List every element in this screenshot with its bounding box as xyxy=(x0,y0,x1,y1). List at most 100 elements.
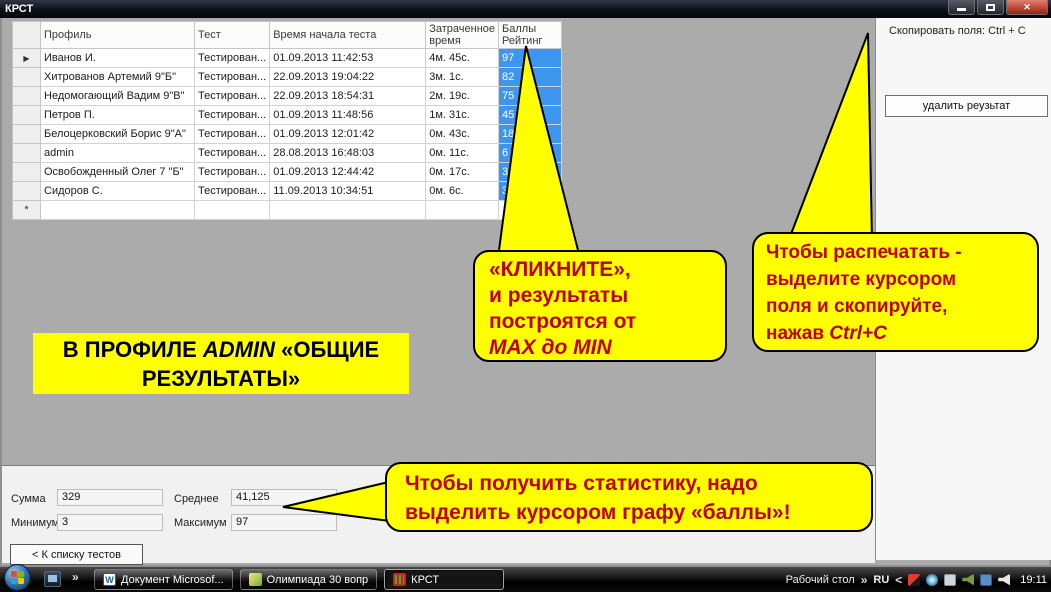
score-cell[interactable]: 3 xyxy=(499,182,562,201)
table-row[interactable]: adminТестирован...28.08.2013 16:48:030м.… xyxy=(13,144,562,163)
test-cell[interactable]: Тестирован... xyxy=(195,182,270,201)
start-button[interactable] xyxy=(4,564,31,591)
start-time-cell[interactable]: 22.09.2013 19:04:22 xyxy=(270,68,426,87)
desktop-toolbar-label[interactable]: Рабочий стол xyxy=(786,574,855,586)
sum-field[interactable]: 329 xyxy=(57,489,163,506)
start-time-cell[interactable]: 28.08.2013 16:48:03 xyxy=(270,144,426,163)
profile-cell[interactable]: admin xyxy=(41,144,195,163)
score-cell[interactable]: 97 xyxy=(499,49,562,68)
quick-launch-icon[interactable] xyxy=(44,571,61,587)
row-marker-cell[interactable] xyxy=(13,68,41,87)
profile-cell[interactable]: Сидоров С. xyxy=(41,182,195,201)
avg-field[interactable]: 41,125 xyxy=(231,489,337,506)
score-cell[interactable]: 6 xyxy=(499,144,562,163)
row-marker-cell[interactable] xyxy=(13,125,41,144)
column-header-start-time[interactable]: Время начала теста xyxy=(270,22,426,49)
minimize-button[interactable] xyxy=(948,0,975,15)
close-button[interactable]: ✕ xyxy=(1006,0,1048,15)
elapsed-cell[interactable]: 0м. 11с. xyxy=(426,144,499,163)
score-cell[interactable]: 45 xyxy=(499,106,562,125)
test-cell[interactable]: Тестирован... xyxy=(195,87,270,106)
elapsed-cell[interactable]: 0м. 17с. xyxy=(426,163,499,182)
delete-result-button[interactable]: удалить реузьтат xyxy=(885,95,1048,117)
row-marker-cell[interactable] xyxy=(13,182,41,201)
profile-cell[interactable]: Освобожденный Олег 7 "Б" xyxy=(41,163,195,182)
results-table[interactable]: Профиль Тест Время начала теста Затрачен… xyxy=(12,21,562,220)
table-row[interactable]: Сидоров С.Тестирован...11.09.2013 10:34:… xyxy=(13,182,562,201)
score-cell[interactable]: 18 xyxy=(499,125,562,144)
start-time-cell[interactable]: 22.09.2013 18:54:31 xyxy=(270,87,426,106)
start-time-cell[interactable]: 01.09.2013 12:44:42 xyxy=(270,163,426,182)
score-cell[interactable]: 75 xyxy=(499,87,562,106)
min-field[interactable]: 3 xyxy=(57,514,163,531)
column-header-elapsed[interactable]: Затраченное время xyxy=(426,22,499,49)
tray-expand-arrow[interactable]: < xyxy=(895,573,902,587)
table-row[interactable]: * xyxy=(13,201,562,220)
elapsed-cell[interactable]: 4м. 45с. xyxy=(426,49,499,68)
test-cell[interactable]: Тестирован... xyxy=(195,125,270,144)
row-marker-cell[interactable] xyxy=(13,144,41,163)
taskbar: » WДокумент Microsof... Олимпиада 30 вопр… xyxy=(0,567,1051,592)
test-cell[interactable]: Тестирован... xyxy=(195,106,270,125)
table-row[interactable]: Хитрованов Артемий 9"Б"Тестирован...22.0… xyxy=(13,68,562,87)
start-time-cell[interactable]: 01.09.2013 12:01:42 xyxy=(270,125,426,144)
row-marker-cell[interactable] xyxy=(13,163,41,182)
row-marker-cell[interactable] xyxy=(13,87,41,106)
max-field[interactable]: 97 xyxy=(231,514,337,531)
profile-cell[interactable]: Хитрованов Артемий 9"Б" xyxy=(41,68,195,87)
network-globe-icon[interactable] xyxy=(926,574,938,586)
table-row[interactable]: Белоцерковский Борис 9"А"Тестирован...01… xyxy=(13,125,562,144)
clock[interactable]: 19:11 xyxy=(1020,574,1047,586)
test-cell[interactable]: Тестирован... xyxy=(195,49,270,68)
kaspersky-icon[interactable] xyxy=(908,574,920,586)
table-row[interactable]: Освобожденный Олег 7 "Б"Тестирован...01.… xyxy=(13,163,562,182)
audio-device-icon[interactable] xyxy=(962,574,974,586)
score-cell[interactable] xyxy=(499,201,562,220)
test-cell[interactable] xyxy=(195,201,270,220)
network-computer-icon[interactable] xyxy=(980,574,992,586)
profile-cell[interactable]: Недомогающий Вадим 9"В" xyxy=(41,87,195,106)
profile-cell[interactable]: Петров П. xyxy=(41,106,195,125)
start-time-cell[interactable]: 01.09.2013 11:48:56 xyxy=(270,106,426,125)
test-cell[interactable]: Тестирован... xyxy=(195,144,270,163)
taskbar-item[interactable]: Олимпиада 30 вопр xyxy=(240,569,378,590)
elapsed-cell[interactable]: 2м. 19с. xyxy=(426,87,499,106)
callout-sort-line2: и результаты xyxy=(489,283,725,309)
score-cell[interactable]: 3 xyxy=(499,163,562,182)
volume-icon[interactable] xyxy=(998,574,1010,586)
test-cell[interactable]: Тестирован... xyxy=(195,68,270,87)
current-row-icon: ▶ xyxy=(23,54,29,63)
language-indicator[interactable]: RU xyxy=(873,574,889,586)
profile-cell[interactable] xyxy=(41,201,195,220)
row-marker-cell[interactable]: * xyxy=(13,201,41,220)
profile-cell[interactable]: Иванов И. xyxy=(41,49,195,68)
table-row[interactable]: Петров П.Тестирован...01.09.2013 11:48:5… xyxy=(13,106,562,125)
start-time-cell[interactable]: 01.09.2013 11:42:53 xyxy=(270,49,426,68)
start-time-cell[interactable]: 11.09.2013 10:34:51 xyxy=(270,182,426,201)
elapsed-cell[interactable]: 0м. 43с. xyxy=(426,125,499,144)
table-row[interactable]: Недомогающий Вадим 9"В"Тестирован...22.0… xyxy=(13,87,562,106)
desktop-toolbar-chevron[interactable]: » xyxy=(861,573,868,587)
column-header-score[interactable]: Баллы Рейтинг xyxy=(499,22,562,49)
back-to-tests-button[interactable]: < К списку тестов xyxy=(10,544,143,565)
taskbar-item[interactable]: КРСТ xyxy=(384,569,504,590)
row-marker-cell[interactable] xyxy=(13,106,41,125)
elapsed-cell[interactable]: 0м. 6с. xyxy=(426,182,499,201)
score-cell[interactable]: 82 xyxy=(499,68,562,87)
word-document-icon: W xyxy=(103,573,116,586)
test-cell[interactable]: Тестирован... xyxy=(195,163,270,182)
row-marker-cell[interactable]: ▶ xyxy=(13,49,41,68)
display-icon[interactable] xyxy=(944,574,956,586)
profile-cell[interactable]: Белоцерковский Борис 9"А" xyxy=(41,125,195,144)
maximize-button[interactable] xyxy=(977,0,1004,15)
taskbar-item[interactable]: WДокумент Microsof... xyxy=(94,569,233,590)
quick-launch-chevron[interactable]: » xyxy=(72,570,79,584)
elapsed-cell[interactable]: 1м. 31с. xyxy=(426,106,499,125)
elapsed-cell[interactable] xyxy=(426,201,499,220)
table-row[interactable]: ▶ Иванов И.Тестирован...01.09.2013 11:42:… xyxy=(13,49,562,68)
start-time-cell[interactable] xyxy=(270,201,426,220)
elapsed-cell[interactable]: 3м. 1с. xyxy=(426,68,499,87)
title-bar[interactable]: КРСТ ✕ xyxy=(0,0,1051,18)
column-header-profile[interactable]: Профиль xyxy=(41,22,195,49)
column-header-test[interactable]: Тест xyxy=(195,22,270,49)
